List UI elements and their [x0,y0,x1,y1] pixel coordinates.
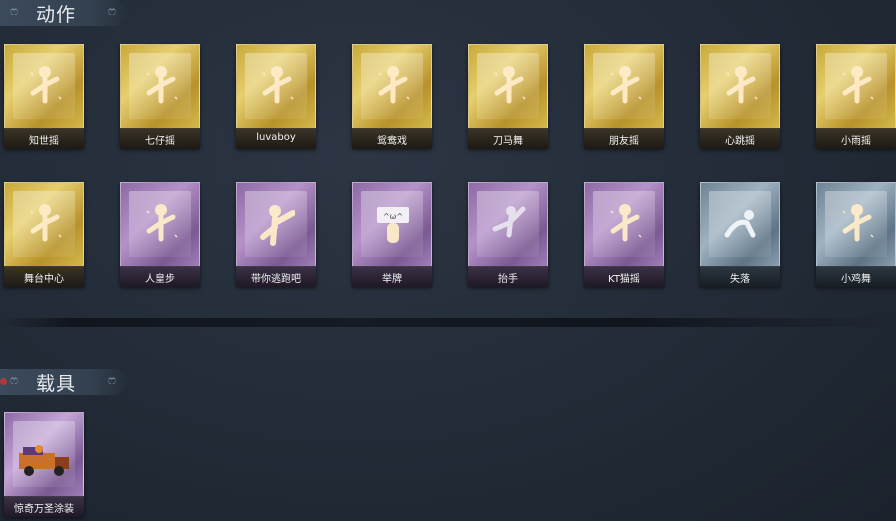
raise-hand-icon [491,201,527,249]
notification-dot-icon [0,378,7,385]
card-label: 刀马舞 [493,136,523,147]
card-label: 心跳摇 [725,136,755,147]
card-artwork: ^ω^ [352,182,432,268]
card-label: 小雨摇 [841,136,871,147]
card-artwork [700,44,780,130]
dance-figure-icon [723,63,759,111]
section-divider [0,318,896,327]
emote-card[interactable]: 刀马舞 [468,44,548,149]
card-artwork [120,44,200,130]
emote-card[interactable]: 带你逃跑吧 [236,182,316,287]
emote-card[interactable]: 七仔摇 [120,44,200,149]
card-artwork [4,412,84,498]
card-label: KT猫摇 [608,274,640,285]
card-artwork [4,44,84,130]
svg-text:^ω^: ^ω^ [383,212,403,221]
card-label-bar: 带你逃跑吧 [236,266,316,287]
section-header-vehicles: ෆ 载具 ෆ [0,369,130,395]
ornament-icon: ෆ [107,373,116,387]
card-label: 舞台中心 [24,274,64,285]
emote-card[interactable]: 鸳鸯戏 [352,44,432,149]
emote-card[interactable]: KT猫摇 [584,182,664,287]
dance-figure-icon [259,63,295,111]
card-label: 惊奇万圣涂装 [14,504,74,515]
ornament-icon: ෆ [107,4,116,18]
card-label-bar: 鸳鸯戏 [352,128,432,149]
section-title-actions: 动作 [36,4,77,26]
card-label-bar: 七仔摇 [120,128,200,149]
card-label: 小鸡舞 [841,274,871,285]
card-label: 人皇步 [145,274,175,285]
card-label-bar: 失落 [700,266,780,287]
dance-figure-icon [143,201,179,249]
card-label: 抬手 [498,274,518,285]
sign-holding-icon: ^ω^ [375,201,411,249]
card-label-bar: 知世摇 [4,128,84,149]
card-label-bar: 举牌 [352,266,432,287]
card-artwork [236,44,316,130]
card-label-bar: luvaboy [236,128,316,149]
card-label: 知世摇 [29,136,59,147]
emote-card[interactable]: 知世摇 [4,44,84,149]
emote-card[interactable]: 舞台中心 [4,182,84,287]
card-artwork [700,182,780,268]
dance-figure-icon [27,63,63,111]
card-label-bar: KT猫摇 [584,266,664,287]
emote-card[interactable]: 心跳摇 [700,44,780,149]
dance-figure-icon [375,63,411,111]
card-label-bar: 舞台中心 [4,266,84,287]
dance-figure-icon [27,201,63,249]
card-artwork [584,44,664,130]
emote-card[interactable]: luvaboy [236,44,316,149]
dance-figure-icon [607,201,643,249]
section-title-vehicles: 载具 [36,373,77,395]
card-label-bar: 人皇步 [120,266,200,287]
truck-icon [15,439,75,487]
emote-card[interactable]: 小鸡舞 [816,182,896,287]
card-label: 朋友摇 [609,136,639,147]
ornament-icon: ෆ [10,373,19,387]
card-label-bar: 刀马舞 [468,128,548,149]
emote-card[interactable]: 抬手 [468,182,548,287]
emote-card[interactable]: 人皇步 [120,182,200,287]
pointing-figure-icon [259,201,296,249]
card-label: 失落 [730,274,750,285]
card-label-bar: 惊奇万圣涂装 [4,496,84,517]
card-label-bar: 心跳摇 [700,128,780,149]
dance-figure-icon [491,63,527,111]
dance-figure-icon [143,63,179,111]
emote-card[interactable]: 失落 [700,182,780,287]
card-artwork [352,44,432,130]
emote-card[interactable]: 小雨摇 [816,44,896,149]
card-label: 七仔摇 [145,136,175,147]
card-artwork [584,182,664,268]
emote-card[interactable]: 朋友摇 [584,44,664,149]
card-artwork [816,44,896,130]
vehicle-card[interactable]: 惊奇万圣涂装 [4,412,84,517]
dance-figure-icon [607,63,643,111]
card-artwork [468,44,548,130]
card-artwork [468,182,548,268]
card-label: 带你逃跑吧 [251,274,301,285]
dance-figure-icon [839,201,875,249]
card-label: 鸳鸯戏 [377,136,407,147]
section-header-actions: ෆ 动作 ෆ [0,0,130,26]
card-label: 举牌 [382,274,402,285]
card-label-bar: 抬手 [468,266,548,287]
crawling-figure-icon [723,201,759,249]
card-label-bar: 小雨摇 [816,128,896,149]
card-artwork [236,182,316,268]
emote-card[interactable]: ^ω^ 举牌 [352,182,432,287]
card-artwork [120,182,200,268]
card-label-bar: 朋友摇 [584,128,664,149]
ornament-icon: ෆ [10,4,19,18]
card-artwork [4,182,84,268]
card-artwork [816,182,896,268]
card-label-bar: 小鸡舞 [816,266,896,287]
dance-figure-icon [839,63,875,111]
card-label: luvaboy [256,132,296,143]
